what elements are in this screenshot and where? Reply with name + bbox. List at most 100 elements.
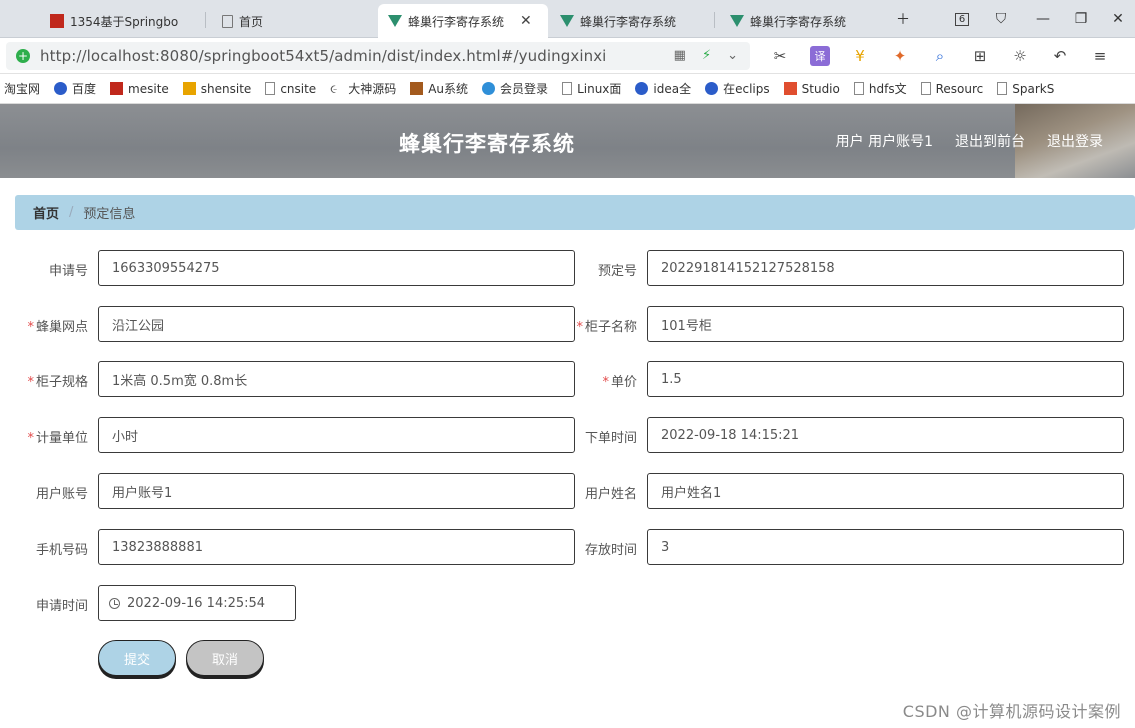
tab-count-label: 6 — [954, 12, 970, 26]
browser-tab-active[interactable]: 蜂巢行李寄存系统 ✕ — [378, 4, 548, 38]
brightness-icon[interactable]: ☼ — [1010, 46, 1030, 66]
required-mark: * — [27, 431, 34, 446]
bookmark-label: SparkS — [1012, 81, 1055, 96]
coin-icon[interactable]: ¥ — [850, 46, 870, 66]
field-value: 202291814152127528158 — [661, 260, 835, 276]
bookmark-label: 百度 — [72, 82, 97, 96]
browser-tab-strip: 1354基于Springbo 首页 蜂巢行李寄存系统 ✕ 蜂巢行李寄存系统 蜂巢… — [0, 0, 1135, 38]
cancel-button[interactable]: 取消 — [186, 640, 264, 676]
shirt-icon[interactable]: ⛉ — [983, 0, 1019, 38]
new-tab-icon[interactable]: ＋ — [885, 0, 921, 38]
storage-time-field[interactable]: 3 — [647, 529, 1124, 565]
required-mark: * — [27, 320, 34, 335]
order-time-field[interactable]: 2022-09-18 14:15:21 — [647, 417, 1124, 453]
site-field[interactable]: 沿江公园 — [98, 306, 575, 342]
browser-tab[interactable]: 蜂巢行李寄存系统 — [720, 4, 880, 38]
breadcrumb: 首页 / 预定信息 — [15, 195, 1135, 230]
tab-title: 首页 — [239, 14, 264, 29]
menu-icon[interactable]: ≡ — [1090, 46, 1110, 66]
bookmark-label: Resourc — [935, 81, 984, 96]
field-value: 13823888881 — [112, 539, 203, 555]
label-text: 单价 — [610, 375, 637, 390]
field-value: 2022-09-18 14:15:21 — [661, 427, 800, 443]
bolt-icon[interactable]: ⚡ — [702, 48, 711, 63]
tab-title: 蜂巢行李寄存系统 — [750, 14, 847, 29]
bookmark-item[interactable]: Au系统 — [410, 80, 468, 97]
url-box[interactable]: + http://localhost:8080/springboot54xt5/… — [6, 42, 750, 70]
scissors-icon[interactable]: ✂ — [770, 46, 790, 66]
locker-spec-field[interactable]: 1米高 0.5m宽 0.8m长 — [98, 361, 575, 397]
user-name-field[interactable]: 用户姓名1 — [647, 473, 1124, 509]
tab-separator — [205, 12, 206, 28]
bookmark-item[interactable]: 会员登录 — [482, 80, 548, 97]
label-text: 用户姓名 — [584, 487, 637, 502]
bookmark-label: cnsite — [280, 81, 317, 96]
logout-link[interactable]: 退出登录 — [1047, 131, 1103, 151]
submit-button[interactable]: 提交 — [98, 640, 176, 676]
tab-count-icon[interactable]: 6 — [944, 0, 980, 38]
c-icon — [783, 82, 797, 95]
browser-tab[interactable]: 1354基于Springbo — [40, 4, 200, 38]
bookmark-item[interactable]: Studio — [783, 82, 840, 96]
bookmark-item[interactable]: cnsite — [265, 82, 316, 96]
storage-time-label: 存放时间 — [549, 539, 637, 558]
browser-tab[interactable]: 蜂巢行李寄存系统 — [550, 4, 710, 38]
back-to-front-link[interactable]: 退出到前台 — [955, 131, 1025, 151]
unit-price-field[interactable]: 1.5 — [647, 361, 1124, 397]
user-account-field[interactable]: 用户账号1 — [98, 473, 575, 509]
locker-name-field[interactable]: 101号柜 — [647, 306, 1124, 342]
user-account-label: 用户账号 — [0, 483, 88, 502]
bookmark-item[interactable]: mesite — [110, 82, 169, 96]
order-time-label: 下单时间 — [549, 427, 637, 446]
label-text: 申请时间 — [35, 599, 88, 614]
minimize-icon[interactable]: — — [1025, 0, 1061, 38]
bookmark-item[interactable]: Resourc — [920, 81, 984, 96]
bookmark-item[interactable]: shensite — [182, 81, 252, 96]
label-text: 申请号 — [48, 264, 88, 279]
phone-field[interactable]: 13823888881 — [98, 529, 575, 565]
breadcrumb-home[interactable]: 首页 — [33, 203, 59, 222]
translate-icon[interactable]: 译 — [810, 46, 830, 66]
bookmark-label: 会员登录 — [500, 82, 549, 96]
unit-field[interactable]: 小时 — [98, 417, 575, 453]
label-text: 手机号码 — [35, 543, 88, 558]
apply-time-label: 申请时间 — [0, 595, 88, 614]
bookmark-item[interactable]: 百度 — [54, 80, 96, 97]
qr-icon[interactable]: ▦ — [674, 48, 686, 63]
bookmark-item[interactable]: ૯ 大神源码 — [330, 80, 396, 97]
browser-tab[interactable]: 首页 — [212, 4, 372, 38]
label-text: 存放时间 — [584, 543, 637, 558]
booking-no-field[interactable]: 202291814152127528158 — [647, 250, 1124, 286]
undo-icon[interactable]: ↶ — [1050, 46, 1070, 66]
field-value: 沿江公园 — [112, 318, 165, 334]
swirl-icon: ૯ — [330, 82, 338, 96]
apply-time-picker[interactable]: 2022-09-16 14:25:54 — [98, 585, 296, 621]
page-icon — [562, 82, 573, 95]
header-links: 用户 用户账号1 退出到前台 退出登录 — [836, 131, 1103, 151]
window-close-icon[interactable]: ✕ — [1100, 0, 1135, 38]
bookmark-item[interactable]: 在eclips — [705, 80, 770, 97]
close-icon[interactable]: ✕ — [520, 13, 532, 29]
paw-icon — [635, 82, 649, 95]
fox-icon[interactable]: ✦ — [890, 46, 910, 66]
brown-square-icon — [410, 82, 424, 95]
bookmark-item[interactable]: Linux面 — [562, 80, 621, 97]
restore-icon[interactable]: ❐ — [1063, 0, 1099, 38]
label-text: 柜子名称 — [584, 320, 637, 335]
bookmark-label: shensite — [200, 81, 252, 96]
red-square-icon — [50, 14, 64, 28]
bookmark-item[interactable]: idea全 — [635, 80, 691, 97]
bookmark-item[interactable]: 淘宝网 — [4, 80, 40, 97]
search-icon[interactable]: ⌕ — [930, 46, 950, 66]
application-no-field[interactable]: 1663309554275 — [98, 250, 575, 286]
bookmark-item[interactable]: SparkS — [997, 82, 1054, 96]
field-value: 1米高 0.5m宽 0.8m长 — [112, 373, 248, 389]
field-value: 用户姓名1 — [661, 485, 722, 501]
bookmark-item[interactable]: hdfs文 — [853, 80, 907, 97]
apps-grid-icon[interactable]: ⊞ — [970, 46, 990, 66]
tab-separator — [714, 12, 715, 28]
vue-logo-icon — [730, 15, 744, 27]
page-icon — [222, 14, 233, 28]
chevron-down-icon[interactable]: ⌄ — [727, 48, 738, 63]
url-text[interactable]: http://localhost:8080/springboot54xt5/ad… — [40, 47, 606, 65]
